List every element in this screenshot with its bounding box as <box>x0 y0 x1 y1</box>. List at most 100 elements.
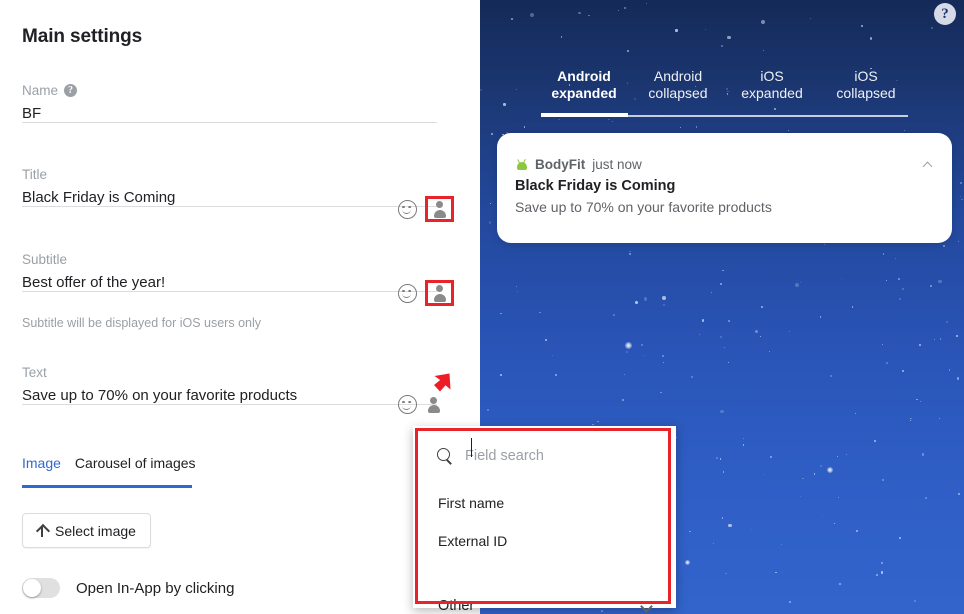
field-search-input[interactable]: Field search <box>465 448 544 464</box>
star-dot <box>552 355 554 357</box>
star-dot <box>719 458 722 460</box>
field-value-name[interactable]: BF <box>22 105 437 122</box>
star-dot <box>881 344 883 346</box>
chevron-down-icon[interactable] <box>641 602 653 610</box>
image-tabs-underline <box>22 485 192 488</box>
field-value-text[interactable]: Save up to 70% on your favorite products <box>22 387 437 404</box>
dropdown-item-first-name[interactable]: First name <box>438 495 504 511</box>
star-dot <box>480 88 483 91</box>
emoji-icon[interactable] <box>398 199 417 219</box>
star-glow <box>625 342 632 349</box>
person-icon[interactable] <box>425 396 442 414</box>
star-dot <box>634 300 639 305</box>
star-dot <box>715 457 718 460</box>
select-image-label: Select image <box>55 522 136 539</box>
person-icon[interactable] <box>431 284 448 302</box>
field-search-row[interactable]: Field search <box>437 448 652 464</box>
star-dot <box>760 336 762 338</box>
star-dot <box>721 45 723 47</box>
emoji-icon[interactable] <box>398 395 417 414</box>
open-in-app-toggle[interactable] <box>22 578 60 598</box>
settings-panel: Main settings Name ? BF Title Black Frid… <box>0 0 480 614</box>
star-dot <box>876 574 879 576</box>
star-dot <box>713 542 715 544</box>
star-dot <box>488 221 492 224</box>
star-dot <box>880 571 884 574</box>
star-dot <box>958 493 960 495</box>
field-label-subtitle: Subtitle <box>22 251 437 267</box>
help-icon[interactable]: ? <box>64 83 78 97</box>
star-dot <box>886 362 888 364</box>
field-underline-name <box>22 122 437 123</box>
star-dot <box>490 202 492 204</box>
star-dot <box>824 244 826 246</box>
search-icon <box>437 448 453 464</box>
star-dot <box>761 20 766 25</box>
star-dot <box>612 313 615 316</box>
personalization-highlight-title[interactable] <box>425 196 454 222</box>
star-dot <box>691 376 693 378</box>
tab-ios-expanded[interactable]: iOS expanded <box>725 68 819 111</box>
star-dot <box>722 471 725 473</box>
field-value-subtitle[interactable]: Best offer of the year! <box>22 274 437 291</box>
field-value-title[interactable]: Black Friday is Coming <box>22 189 437 206</box>
star-dot <box>822 514 824 516</box>
star-dot <box>710 291 712 293</box>
star-dot <box>578 11 581 15</box>
star-dot <box>721 517 724 519</box>
tab-carousel-of-images[interactable]: Carousel of images <box>75 455 196 477</box>
emoji-icon[interactable] <box>398 283 417 303</box>
star-dot <box>799 496 802 498</box>
star-dot <box>913 599 916 602</box>
star-dot <box>624 373 626 375</box>
star-dot <box>742 443 745 446</box>
star-dot <box>856 530 859 532</box>
star-dot <box>820 465 823 468</box>
tab-image[interactable]: Image <box>22 455 61 477</box>
star-dot <box>500 312 502 315</box>
dropdown-item-external-id[interactable]: External ID <box>438 533 507 549</box>
star-dot <box>916 398 918 401</box>
star-dot <box>560 36 563 38</box>
star-dot <box>663 303 665 306</box>
preview-tabs: Android expanded Android collapsed iOS e… <box>537 68 913 111</box>
star-dot <box>723 346 725 348</box>
star-dot <box>787 129 789 131</box>
star-dot <box>919 400 922 403</box>
tab-android-expanded[interactable]: Android expanded <box>537 68 631 111</box>
star-dot <box>742 437 745 440</box>
star-dot <box>899 537 901 539</box>
text-caret <box>471 438 473 457</box>
star-dot <box>517 290 519 292</box>
tab-android-expanded-line1: Android <box>557 68 611 84</box>
star-dot <box>628 252 631 255</box>
star-dot <box>704 29 707 31</box>
dropdown-item-other[interactable]: Other <box>438 598 653 614</box>
person-icon[interactable] <box>431 200 448 218</box>
star-dot <box>720 335 723 338</box>
field-label-text: Text <box>22 364 437 380</box>
star-dot <box>627 50 629 52</box>
tab-ios-collapsed[interactable]: iOS collapsed <box>819 68 913 111</box>
star-dot <box>901 369 904 372</box>
notification-header: BodyFit just now <box>515 157 642 172</box>
upload-icon <box>37 525 48 537</box>
star-dot <box>939 418 941 420</box>
star-dot <box>588 14 590 17</box>
notification-time: just now <box>592 157 642 172</box>
field-label-title-text: Title <box>22 166 48 182</box>
star-dot <box>624 7 627 10</box>
select-image-button[interactable]: Select image <box>22 513 151 548</box>
pointer-arrow-icon <box>434 373 451 392</box>
star-dot <box>727 35 731 40</box>
star-dot <box>801 477 804 480</box>
star-dot <box>660 392 662 394</box>
help-button[interactable]: ? <box>934 3 956 25</box>
star-dot <box>510 17 513 20</box>
star-dot <box>646 3 648 5</box>
tab-android-collapsed[interactable]: Android collapsed <box>631 68 725 111</box>
star-dot <box>642 355 644 357</box>
personalization-highlight-subtitle[interactable] <box>425 280 454 306</box>
chevron-up-icon[interactable] <box>923 161 934 168</box>
field-name: Name ? BF <box>22 82 437 123</box>
